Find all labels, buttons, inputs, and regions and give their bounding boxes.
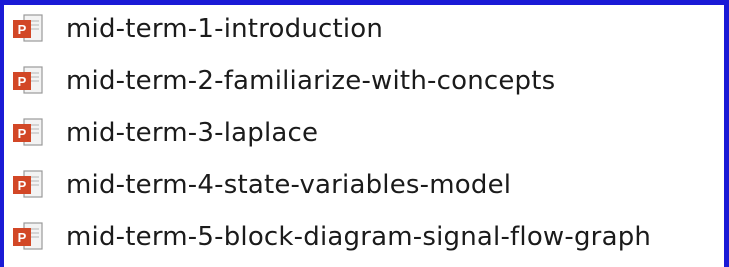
- file-item-mid-term-5[interactable]: P mid-term-5-block-diagram-signal-flow-g…: [10, 211, 651, 263]
- file-item-mid-term-3[interactable]: P mid-term-3-laplace: [10, 107, 651, 159]
- powerpoint-file-icon: P: [10, 63, 46, 99]
- powerpoint-file-icon: P: [10, 115, 46, 151]
- file-name[interactable]: mid-term-1-introduction: [66, 16, 383, 42]
- svg-text:P: P: [18, 126, 27, 141]
- svg-text:P: P: [18, 230, 27, 245]
- file-list: P mid-term-1-introduction P mid-term-2-f…: [10, 3, 651, 263]
- file-name[interactable]: mid-term-4-state-variables-model: [66, 172, 511, 198]
- file-explorer-list-view: P mid-term-1-introduction P mid-term-2-f…: [0, 0, 729, 267]
- file-item-mid-term-2[interactable]: P mid-term-2-familiarize-with-concepts: [10, 55, 651, 107]
- powerpoint-file-icon: P: [10, 11, 46, 47]
- file-item-mid-term-4[interactable]: P mid-term-4-state-variables-model: [10, 159, 651, 211]
- file-name[interactable]: mid-term-3-laplace: [66, 120, 318, 146]
- powerpoint-file-icon: P: [10, 219, 46, 255]
- svg-text:P: P: [18, 178, 27, 193]
- file-item-mid-term-1[interactable]: P mid-term-1-introduction: [10, 3, 651, 55]
- svg-text:P: P: [18, 22, 27, 37]
- svg-text:P: P: [18, 74, 27, 89]
- file-name[interactable]: mid-term-2-familiarize-with-concepts: [66, 68, 555, 94]
- file-name[interactable]: mid-term-5-block-diagram-signal-flow-gra…: [66, 224, 651, 250]
- powerpoint-file-icon: P: [10, 167, 46, 203]
